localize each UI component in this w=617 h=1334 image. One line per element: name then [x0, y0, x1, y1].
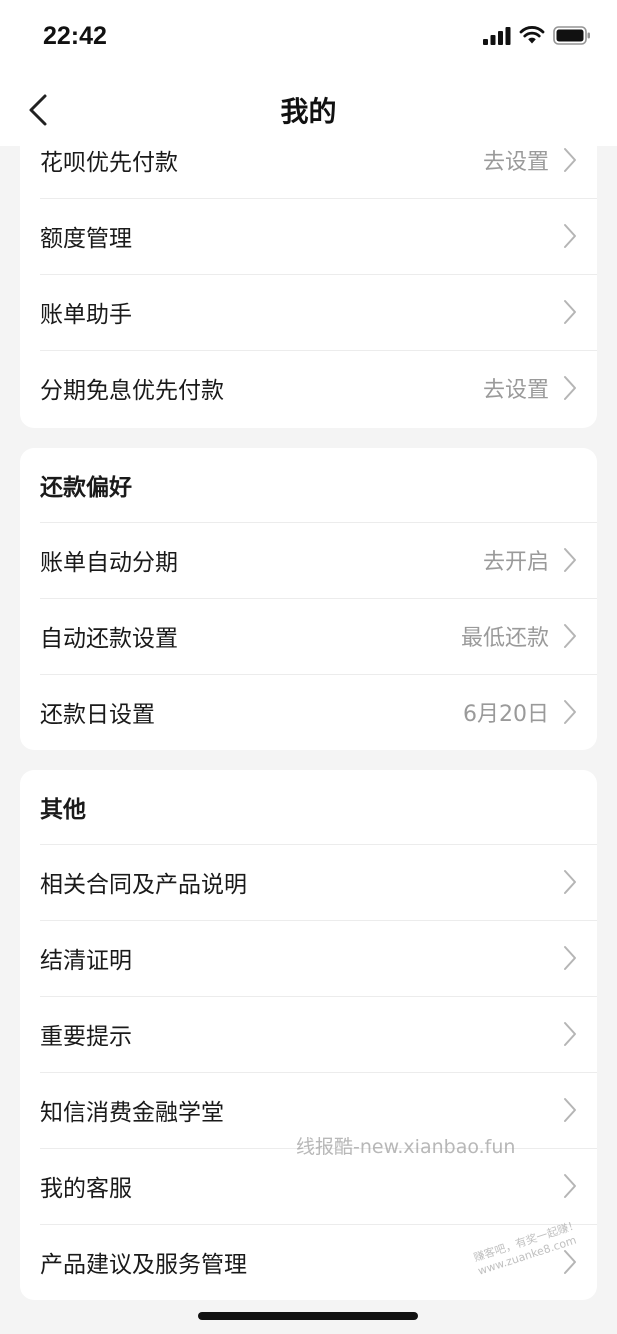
row-label: 我的客服	[40, 1176, 132, 1202]
row-label: 相关合同及产品说明	[40, 872, 247, 898]
battery-icon	[553, 26, 590, 45]
section-title: 其他	[40, 797, 86, 823]
row-value: 去设置	[482, 150, 549, 175]
card-credit-settings: 花呗优先付款 去设置 额度管理 账单助手 分期免息优先付款 去设置	[20, 146, 597, 428]
section-title: 还款偏好	[40, 475, 132, 501]
row-label: 知信消费金融学堂	[40, 1100, 224, 1126]
chevron-right-icon	[564, 1250, 576, 1274]
row-label: 结清证明	[40, 948, 132, 974]
row-value: 最低还款	[460, 626, 549, 651]
wifi-icon	[519, 26, 545, 44]
row-label: 产品建议及服务管理	[40, 1252, 247, 1278]
chevron-right-icon	[564, 946, 576, 970]
row-customer-service[interactable]: 我的客服	[20, 1148, 597, 1224]
home-indicator[interactable]	[198, 1312, 418, 1320]
status-bar: 22:42	[0, 0, 617, 72]
chevron-right-icon	[564, 1022, 576, 1046]
signal-icon	[483, 26, 511, 45]
chevron-right-icon	[564, 624, 576, 648]
row-label: 账单助手	[40, 302, 132, 328]
row-label: 重要提示	[40, 1024, 132, 1050]
page-title: 我的	[280, 95, 337, 128]
row-feedback[interactable]: 产品建议及服务管理	[20, 1224, 597, 1300]
row-label: 额度管理	[40, 226, 132, 252]
chevron-right-icon	[564, 376, 576, 400]
row-value: 6月20日	[463, 702, 549, 727]
chevron-right-icon	[564, 224, 576, 248]
row-installment-priority[interactable]: 分期免息优先付款 去设置	[20, 350, 597, 426]
chevron-right-icon	[564, 148, 576, 172]
chevron-right-icon	[564, 548, 576, 572]
row-auto-installment[interactable]: 账单自动分期 去开启	[20, 522, 597, 598]
row-auto-repayment[interactable]: 自动还款设置 最低还款	[20, 598, 597, 674]
card-repayment-preferences: 还款偏好 账单自动分期 去开启 自动还款设置 最低还款 还款日设置 6月20日	[20, 448, 597, 750]
chevron-right-icon	[564, 1174, 576, 1198]
row-huabei-priority[interactable]: 花呗优先付款 去设置	[20, 146, 597, 198]
chevron-right-icon	[564, 700, 576, 724]
chevron-right-icon	[564, 300, 576, 324]
row-value: 去设置	[482, 378, 549, 403]
chevron-right-icon	[564, 1098, 576, 1122]
content: 花呗优先付款 去设置 额度管理 账单助手 分期免息优先付款 去设置 还款偏好 账…	[0, 146, 617, 1334]
row-label: 分期免息优先付款	[40, 378, 224, 404]
row-settlement-proof[interactable]: 结清证明	[20, 920, 597, 996]
row-label: 自动还款设置	[40, 626, 178, 652]
row-finance-school[interactable]: 知信消费金融学堂	[20, 1072, 597, 1148]
row-credit-limit[interactable]: 额度管理	[20, 198, 597, 274]
row-important-notice[interactable]: 重要提示	[20, 996, 597, 1072]
status-icons	[483, 26, 591, 45]
row-bill-assistant[interactable]: 账单助手	[20, 274, 597, 350]
row-repayment-date[interactable]: 还款日设置 6月20日	[20, 674, 597, 750]
row-label: 账单自动分期	[40, 550, 178, 576]
row-label: 还款日设置	[40, 702, 155, 728]
row-contracts[interactable]: 相关合同及产品说明	[20, 844, 597, 920]
chevron-right-icon	[564, 870, 576, 894]
card-other: 其他 相关合同及产品说明 结清证明 重要提示 知信消费金融学堂 我的客服 产品建…	[20, 770, 597, 1300]
nav-bar: 我的	[0, 72, 617, 146]
status-time: 22:42	[43, 22, 107, 50]
row-value: 去开启	[482, 550, 549, 575]
row-label: 花呗优先付款	[40, 150, 178, 176]
